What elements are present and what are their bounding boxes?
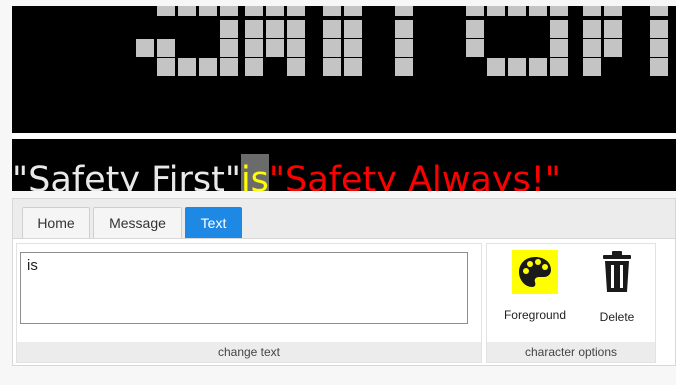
- led-pixel: [220, 20, 238, 38]
- led-pixel: [604, 39, 622, 57]
- change-text-caption: change text: [17, 342, 481, 362]
- message-preview: "Safety First" is "Safety Always!": [12, 139, 676, 191]
- led-pixel: [245, 58, 263, 76]
- delete-button[interactable]: Delete: [584, 250, 650, 326]
- led-pixel: [395, 20, 413, 38]
- led-pixel: [323, 20, 341, 38]
- led-pixel: [266, 20, 284, 38]
- led-pixel: [344, 20, 362, 38]
- text-input[interactable]: [20, 252, 468, 324]
- led-pixel: [395, 58, 413, 76]
- palette-icon: [512, 250, 558, 294]
- led-pixel: [157, 58, 175, 76]
- led-pixel: [344, 6, 362, 16]
- led-pixel: [650, 6, 668, 16]
- led-pixel: [245, 20, 263, 38]
- led-pixel: [157, 6, 175, 16]
- led-pixel: [487, 6, 505, 16]
- led-pixel: [136, 39, 154, 57]
- led-pixel: [220, 6, 238, 16]
- led-pixel: [508, 58, 526, 76]
- led-pixel: [466, 39, 484, 57]
- led-pixel: [583, 39, 601, 57]
- tab-text[interactable]: Text: [185, 207, 242, 238]
- led-pixel: [220, 39, 238, 57]
- led-matrix-display: [12, 6, 676, 133]
- led-pixel: [395, 6, 413, 16]
- character-options-caption: character options: [487, 342, 655, 362]
- tab-message[interactable]: Message: [93, 207, 182, 238]
- led-pixel: [266, 6, 284, 16]
- message-segment-selected[interactable]: is: [240, 154, 269, 191]
- led-pixel: [287, 39, 305, 57]
- trash-icon: [594, 250, 640, 294]
- led-pixel: [550, 6, 568, 16]
- led-pixel: [287, 6, 305, 16]
- led-pixel: [466, 6, 484, 16]
- led-pixel: [395, 39, 413, 57]
- led-pixel: [466, 20, 484, 38]
- led-pixel: [245, 6, 263, 16]
- led-pixel: [344, 39, 362, 57]
- tab-home[interactable]: Home: [22, 207, 90, 238]
- led-pixel: [583, 6, 601, 16]
- led-pixel: [650, 39, 668, 57]
- led-pixel: [220, 58, 238, 76]
- led-pixel: [245, 39, 263, 57]
- led-pixel: [604, 6, 622, 16]
- led-pixel: [650, 58, 668, 76]
- led-pixel: [529, 58, 547, 76]
- tab-bar: Home Message Text: [13, 199, 675, 239]
- led-pixel: [178, 58, 196, 76]
- led-pixel: [287, 20, 305, 38]
- led-pixel: [604, 20, 622, 38]
- led-pixel: [344, 58, 362, 76]
- led-pixel: [550, 39, 568, 57]
- led-pixel: [178, 6, 196, 16]
- led-pixel: [529, 6, 547, 16]
- led-pixel: [487, 58, 505, 76]
- foreground-button[interactable]: Foreground: [494, 250, 576, 326]
- led-pixel: [550, 20, 568, 38]
- foreground-label: Foreground: [503, 308, 567, 322]
- led-pixel: [583, 20, 601, 38]
- led-pixel: [157, 39, 175, 57]
- led-pixel: [266, 39, 284, 57]
- led-pixel: [323, 39, 341, 57]
- led-pixel: [199, 58, 217, 76]
- delete-label: Delete: [599, 310, 635, 324]
- led-pixel-grid: [136, 6, 668, 76]
- led-pixel: [323, 6, 341, 16]
- led-pixel: [650, 20, 668, 38]
- message-segment[interactable]: "Safety First": [12, 154, 241, 191]
- led-pixel: [508, 6, 526, 16]
- led-pixel: [583, 58, 601, 76]
- led-pixel: [287, 58, 305, 76]
- led-pixel: [323, 58, 341, 76]
- led-pixel: [199, 6, 217, 16]
- message-segment[interactable]: "Safety Always!": [269, 154, 561, 191]
- led-pixel: [550, 58, 568, 76]
